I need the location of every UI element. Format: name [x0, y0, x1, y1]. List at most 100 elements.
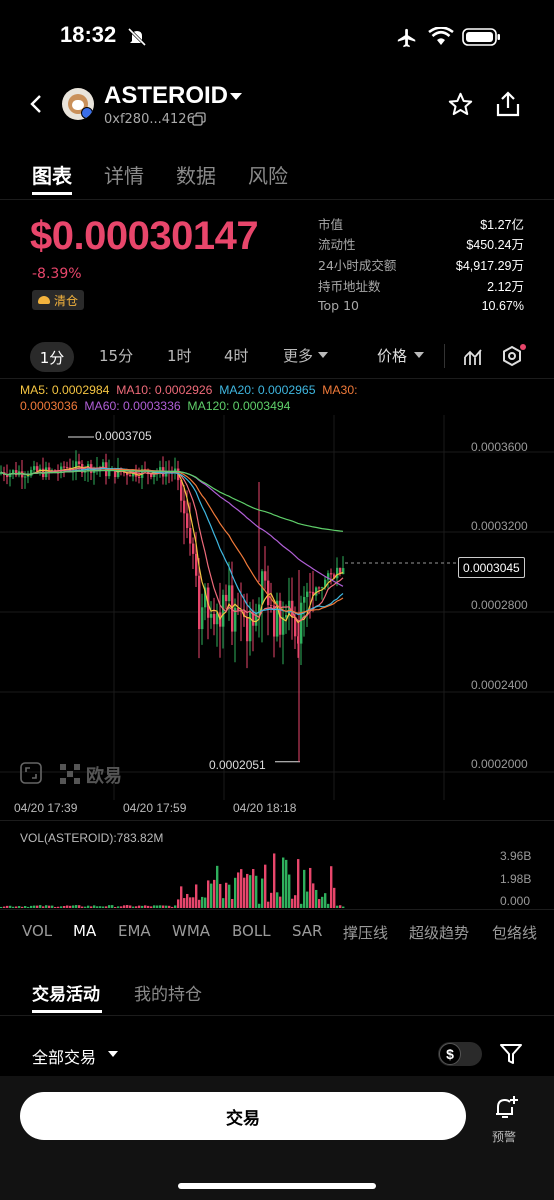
y-tick: 0.0002000 [471, 757, 528, 771]
volume-bar [333, 887, 336, 908]
volume-bar [222, 898, 225, 908]
volume-bar [252, 869, 255, 908]
candle-body [210, 613, 213, 618]
volume-bar [312, 883, 315, 908]
stat-holders: 持币地址数 2.12万 [318, 278, 524, 294]
candle-body [186, 513, 189, 528]
volume-bar [153, 905, 156, 908]
volume-bar [228, 884, 231, 908]
candle-body [12, 470, 15, 474]
volume-bar [255, 875, 258, 908]
share-icon[interactable] [495, 90, 521, 118]
volume-bar [216, 865, 219, 908]
x-tick: 04/20 17:39 [14, 801, 78, 815]
alert-label[interactable]: 预警 [492, 1128, 516, 1145]
indicator-icon[interactable] [462, 346, 484, 368]
volume-bar [219, 883, 222, 908]
back-icon[interactable] [28, 94, 46, 114]
volume-bar [207, 880, 210, 908]
volume-bar [105, 906, 108, 908]
volume-bar [231, 899, 234, 908]
volume-bar [300, 903, 303, 908]
price-chevron-icon[interactable] [414, 352, 424, 359]
volume-bar [213, 879, 216, 908]
volume-bar [18, 906, 21, 908]
candle-body [246, 617, 249, 642]
fullscreen-icon[interactable] [20, 762, 42, 784]
timeframe-more[interactable]: 更多 [283, 345, 313, 366]
volume-bar [81, 906, 84, 908]
candle-body [321, 586, 324, 588]
token-title[interactable]: ASTEROID [104, 82, 228, 110]
timeframe-1h[interactable]: 1时 [167, 345, 192, 366]
chevron-down-icon[interactable] [108, 1051, 118, 1058]
tab-data[interactable]: 数据 [176, 160, 216, 189]
volume-bar [111, 905, 114, 908]
candle-body [300, 602, 303, 644]
tab-trade-activity[interactable]: 交易活动 [32, 980, 100, 1005]
candle-body [24, 476, 27, 478]
indicator-ema[interactable]: EMA [118, 922, 151, 940]
volume-bar [234, 877, 237, 908]
badge-label: 清仓 [54, 293, 79, 308]
stat-top10: Top 10 10.67% [318, 298, 524, 314]
star-icon[interactable] [447, 91, 474, 118]
alert-bell-icon[interactable] [492, 1094, 520, 1122]
volume-bar [165, 905, 168, 908]
high-price-label: 0.0003705 [95, 429, 152, 443]
more-chevron-icon[interactable] [318, 352, 328, 359]
indicator-boll[interactable]: BOLL [232, 922, 271, 940]
candle-body [267, 580, 270, 606]
volume-bar [54, 906, 57, 908]
currency-toggle[interactable]: $ [438, 1042, 482, 1066]
price-type-select[interactable]: 价格 [377, 345, 407, 366]
home-indicator [178, 1183, 376, 1189]
indicator-envelope[interactable]: 包络线 [492, 922, 537, 943]
candle-body [309, 591, 312, 593]
settings-hex-icon[interactable] [500, 344, 526, 370]
candle-body [306, 591, 309, 597]
volume-bar [336, 905, 339, 908]
indicator-vol[interactable]: VOL [22, 922, 52, 940]
dropdown-arrow-icon[interactable] [229, 91, 243, 101]
y-tick: 0.0003200 [471, 519, 528, 533]
volume-chart [0, 853, 345, 908]
copy-icon[interactable] [192, 112, 206, 126]
indicator-wma[interactable]: WMA [172, 922, 210, 940]
activity-underline [32, 1010, 102, 1013]
volume-bar [192, 897, 195, 908]
okx-logo-icon [60, 764, 80, 784]
volume-bar [117, 906, 120, 908]
volume-bar [15, 906, 18, 908]
volume-bar [78, 905, 81, 908]
trade-button[interactable]: 交易 [20, 1092, 466, 1140]
volume-bar [93, 905, 96, 908]
indicator-ma[interactable]: MA [73, 922, 96, 940]
divider [0, 378, 554, 379]
volume-bar [225, 882, 228, 908]
tab-risk[interactable]: 风险 [248, 160, 288, 189]
indicator-supertrend[interactable]: 超级趋势 [409, 922, 469, 943]
volume-bar [177, 899, 180, 908]
tab-details[interactable]: 详情 [104, 160, 144, 189]
tab-my-holdings[interactable]: 我的持仓 [134, 980, 202, 1005]
filter-icon[interactable] [499, 1043, 523, 1065]
indicator-sar[interactable]: SAR [292, 922, 322, 940]
timeframe-4h[interactable]: 4时 [224, 345, 249, 366]
indicator-support[interactable]: 撑压线 [343, 922, 388, 943]
volume-bar [27, 906, 30, 908]
timeframe-1m[interactable]: 1分 [30, 342, 74, 372]
volume-bar [168, 905, 171, 908]
all-trades-select[interactable]: 全部交易 [32, 1044, 96, 1068]
candle-body [48, 467, 51, 471]
volume-bar [240, 869, 243, 908]
volume-bar [273, 853, 276, 908]
volume-bar [282, 857, 285, 908]
timeframe-15m[interactable]: 15分 [99, 345, 133, 366]
volume-bar [327, 903, 330, 908]
volume-bar [75, 905, 78, 908]
volume-bar [147, 905, 150, 908]
volume-bar [156, 905, 159, 908]
tab-chart[interactable]: 图表 [32, 160, 72, 189]
volume-bar [57, 906, 60, 908]
